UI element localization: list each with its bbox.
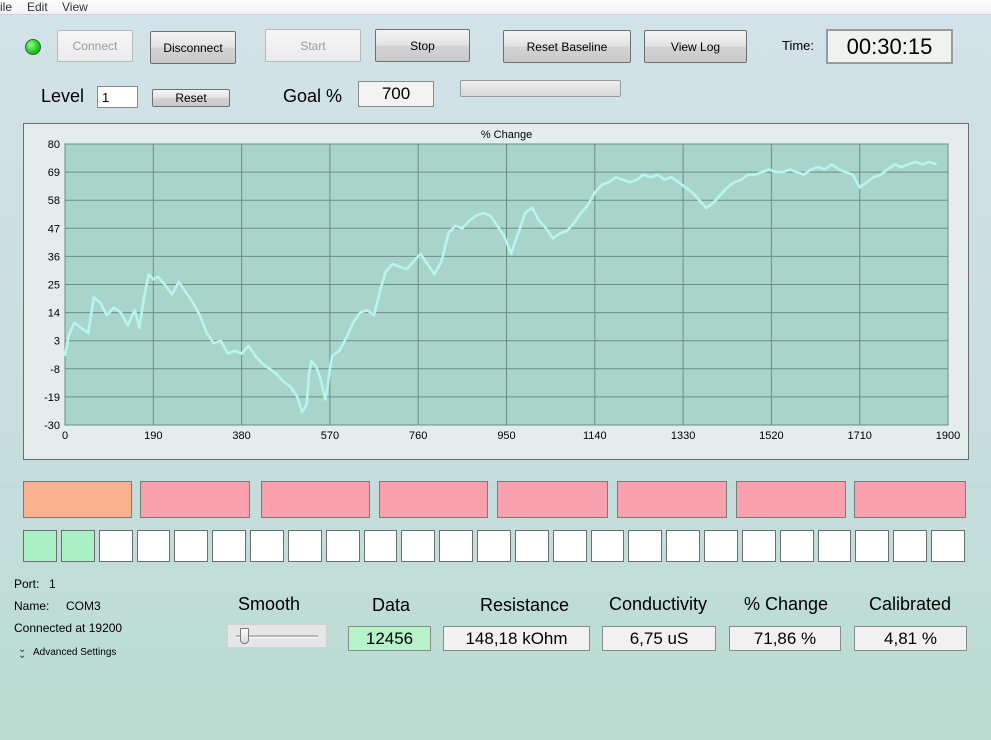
progress-cell: [212, 530, 247, 562]
x-tick-label: 1710: [847, 430, 871, 442]
port-label: Port:: [14, 577, 40, 591]
progress-cell: [893, 530, 928, 562]
change-value: 71,86 %: [729, 626, 841, 651]
level-label: Level: [41, 86, 85, 106]
name-value: COM3: [66, 599, 101, 613]
progress-cell: [23, 530, 57, 562]
goal-progress-bar: [460, 80, 621, 97]
goal-label: Goal %: [283, 86, 343, 106]
status-bar-8: [854, 481, 966, 518]
y-tick-label: 36: [48, 251, 60, 263]
stop-button[interactable]: Stop: [375, 29, 470, 62]
menu-edit[interactable]: Edit: [27, 0, 48, 14]
smooth-slider[interactable]: [227, 624, 327, 648]
y-tick-label: 25: [48, 280, 60, 292]
chart-title: % Change: [481, 129, 532, 141]
y-tick-label: -19: [44, 392, 60, 404]
port-value: 1: [49, 577, 56, 591]
status-bar-6: [617, 481, 727, 518]
name-label: Name:: [14, 599, 50, 613]
progress-cell: [401, 530, 436, 562]
progress-cell: [136, 530, 171, 562]
progress-cell: [855, 530, 890, 562]
status-bar-3: [261, 481, 370, 518]
y-tick-label: 14: [48, 308, 60, 320]
calibrated-label: Calibrated: [869, 594, 952, 614]
goal-input[interactable]: 700: [358, 81, 434, 107]
status-bar-4: [379, 481, 488, 518]
connection-speed: Connected at 19200: [14, 621, 123, 635]
smooth-slider-thumb[interactable]: [240, 628, 250, 644]
y-tick-label: -8: [50, 364, 60, 376]
connect-button[interactable]: Connect: [57, 30, 133, 62]
time-label: Time:: [782, 38, 815, 53]
status-bar-1: [23, 481, 132, 518]
x-tick-label: 0: [62, 430, 68, 442]
advanced-settings-toggle[interactable]: Advanced Settings: [33, 647, 116, 658]
progress-cell: [628, 530, 663, 562]
status-bar-2: [140, 481, 250, 518]
progress-cell: [590, 530, 625, 562]
menu-bar: ile Edit View: [0, 0, 991, 15]
data-value: 12456: [348, 626, 431, 651]
progress-cell: [174, 530, 209, 562]
resistance-value: 148,18 kOhm: [443, 626, 590, 651]
y-tick-label: 80: [48, 139, 60, 151]
conductivity-label: Conductivity: [609, 594, 708, 614]
elapsed-time-display: 00:30:15: [826, 29, 953, 64]
progress-cell: [741, 530, 776, 562]
disconnect-button[interactable]: Disconnect: [150, 31, 236, 64]
progress-cell: [704, 530, 738, 562]
y-tick-label: 69: [48, 167, 60, 179]
double-chevron-down-icon[interactable]: ⌄ ⌄: [18, 645, 28, 661]
calibrated-value: 4,81 %: [854, 626, 967, 651]
progress-cell: [931, 530, 965, 562]
x-tick-label: 1900: [936, 430, 960, 442]
y-tick-label: 58: [48, 195, 60, 207]
x-tick-label: 570: [321, 430, 339, 442]
progress-cell: [439, 530, 474, 562]
x-tick-label: 1140: [583, 430, 607, 442]
progress-cell: [60, 530, 95, 562]
resistance-label: Resistance: [480, 595, 570, 615]
progress-cell: [325, 530, 360, 562]
change-chart-svg: % Change 80 69 58 47 36 25 14 3 -8 -19 -300 190 380 57…: [44, 129, 960, 442]
x-tick-label: 760: [409, 430, 427, 442]
progress-cell: [477, 530, 511, 562]
status-bar-5: [497, 481, 608, 518]
level-reset-button[interactable]: Reset: [152, 89, 230, 107]
view-log-button[interactable]: View Log: [644, 30, 747, 63]
x-tick-label: 190: [144, 430, 162, 442]
menu-file[interactable]: ile: [0, 0, 12, 14]
progress-cell: [514, 530, 549, 562]
level-input[interactable]: 1: [97, 86, 138, 108]
x-tick-label: 380: [232, 430, 250, 442]
reset-baseline-button[interactable]: Reset Baseline: [503, 30, 631, 63]
progress-cell: [250, 530, 284, 562]
conductivity-value: 6,75 uS: [602, 626, 716, 651]
y-tick-label: 3: [54, 336, 60, 348]
status-bar-7: [736, 481, 846, 518]
change-label: % Change: [744, 594, 829, 614]
progress-cell: [779, 530, 814, 562]
menu-view[interactable]: View: [62, 0, 88, 14]
change-chart: % Change 80 69 58 47 36 25 14 3 -8 -19 -30 0 190 380 57…: [23, 123, 969, 460]
data-label: Data: [372, 595, 411, 615]
progress-cell: [666, 530, 701, 562]
progress-cell: [552, 530, 587, 562]
progress-cell: [98, 530, 133, 562]
progress-cell: [363, 530, 398, 562]
y-tick-label: -30: [44, 420, 60, 432]
y-tick-label: 47: [48, 223, 60, 235]
start-button[interactable]: Start: [265, 29, 361, 62]
progress-cell: [817, 530, 852, 562]
progress-cell: [287, 530, 322, 562]
smooth-label: Smooth: [238, 594, 301, 614]
x-tick-label: 1330: [671, 430, 695, 442]
connection-status-led: [25, 39, 41, 55]
x-tick-label: 1520: [759, 430, 783, 442]
x-tick-label: 950: [497, 430, 515, 442]
